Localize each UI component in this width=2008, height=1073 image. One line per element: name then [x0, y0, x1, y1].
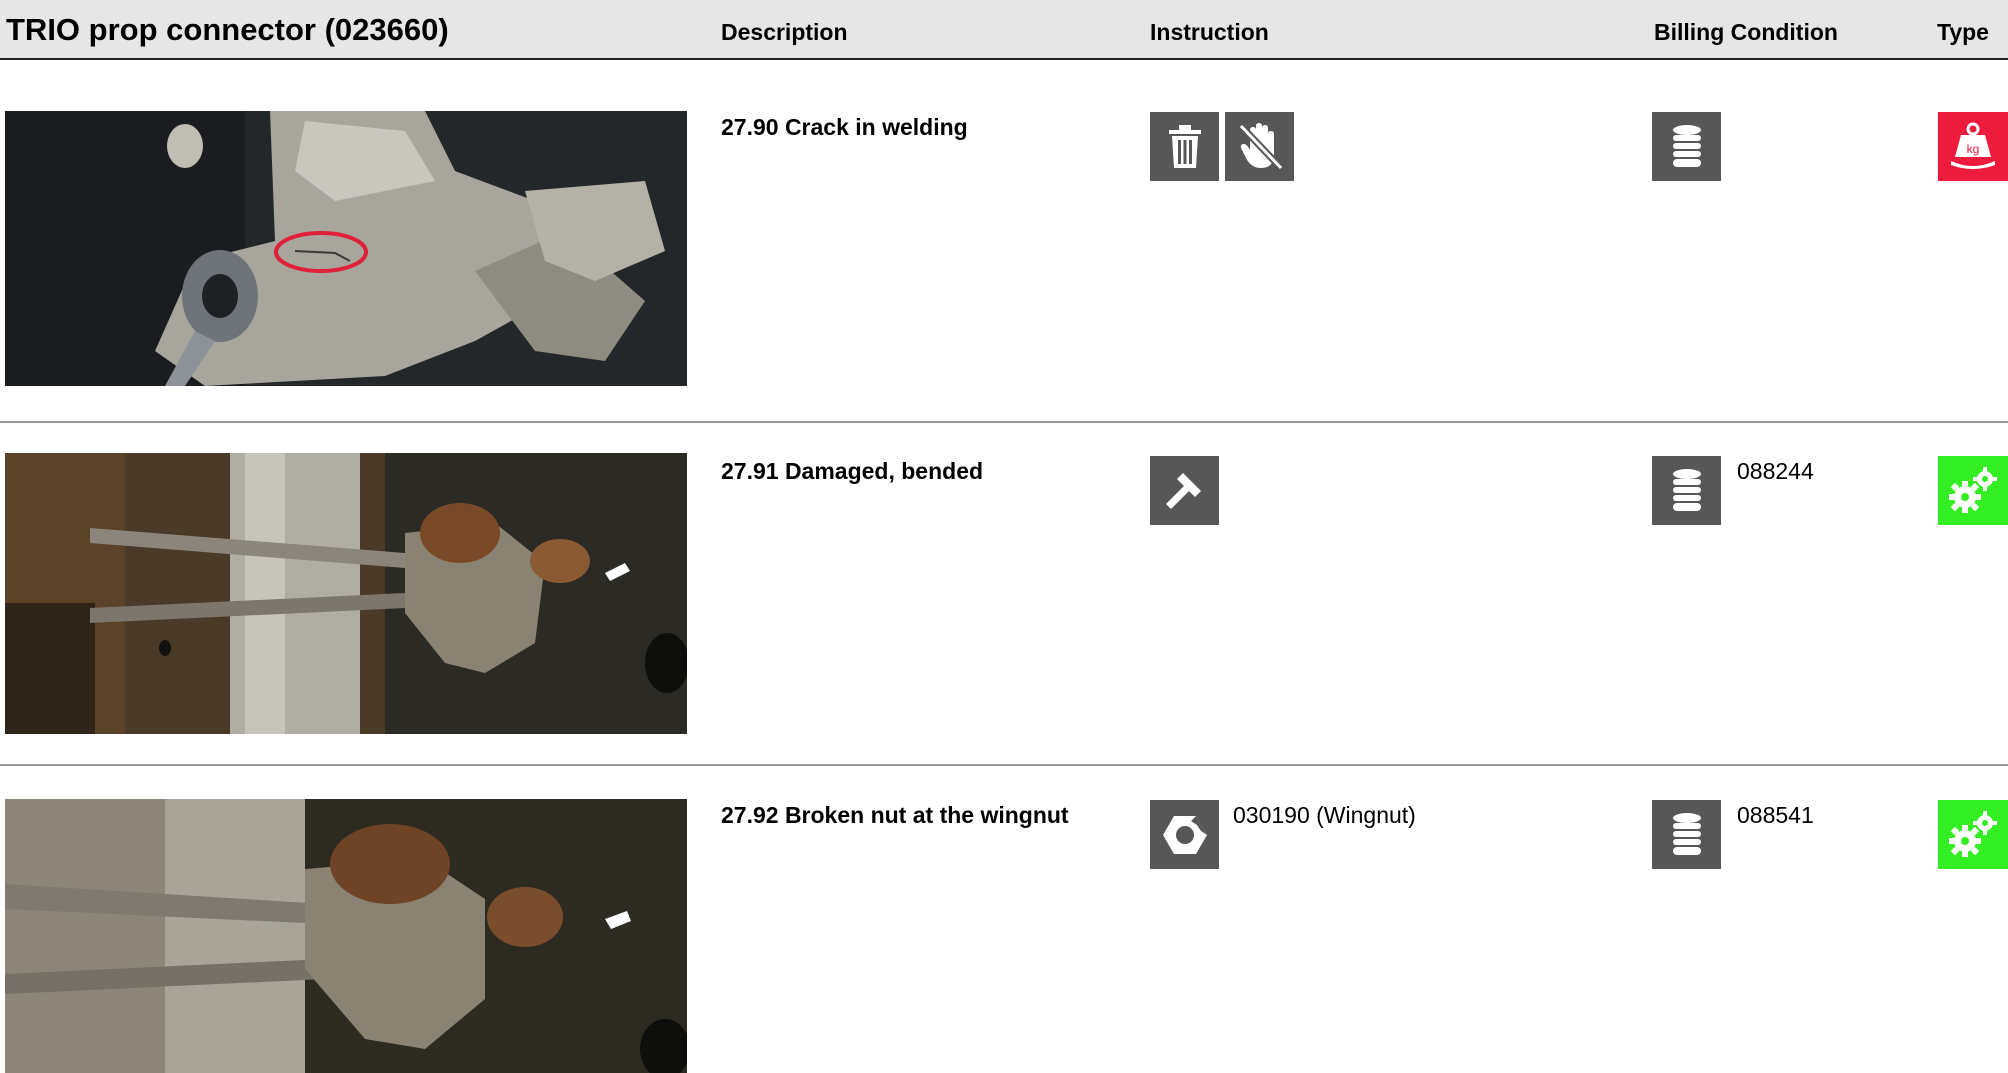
hammer-icon — [1150, 456, 1219, 525]
column-header-description: Description — [721, 19, 848, 45]
column-header-billing: Billing Condition — [1654, 19, 1838, 45]
table-header: TRIO prop connector (023660) Description… — [0, 0, 2008, 60]
damage-photo — [5, 111, 687, 386]
trash-icon — [1150, 112, 1219, 181]
instruction-text: 030190 (Wingnut) — [1233, 802, 1416, 828]
row-description: 27.91 Damaged, bended — [721, 458, 984, 484]
row-divider — [0, 764, 2008, 766]
gears-icon — [1938, 456, 2008, 525]
svg-text:kg: kg — [1967, 142, 1980, 156]
broken-nut-icon — [1150, 800, 1219, 869]
damage-photo — [5, 799, 687, 1073]
gears-icon — [1938, 800, 2008, 869]
coins-icon — [1652, 112, 1721, 181]
coins-icon — [1652, 800, 1721, 869]
row-description: 27.90 Crack in welding — [721, 114, 968, 140]
weight-kg-icon: kg — [1938, 112, 2008, 181]
damage-photo — [5, 453, 687, 734]
column-header-instruction: Instruction — [1150, 19, 1269, 45]
page-title: TRIO prop connector (023660) — [6, 12, 449, 47]
row-description: 27.92 Broken nut at the wingnut — [721, 802, 1069, 828]
coins-icon — [1652, 456, 1721, 525]
billing-value: 088244 — [1737, 458, 1814, 484]
column-header-type: Type — [1937, 19, 1989, 45]
no-hand-icon — [1225, 112, 1294, 181]
row-divider — [0, 421, 2008, 423]
billing-value: 088541 — [1737, 802, 1814, 828]
